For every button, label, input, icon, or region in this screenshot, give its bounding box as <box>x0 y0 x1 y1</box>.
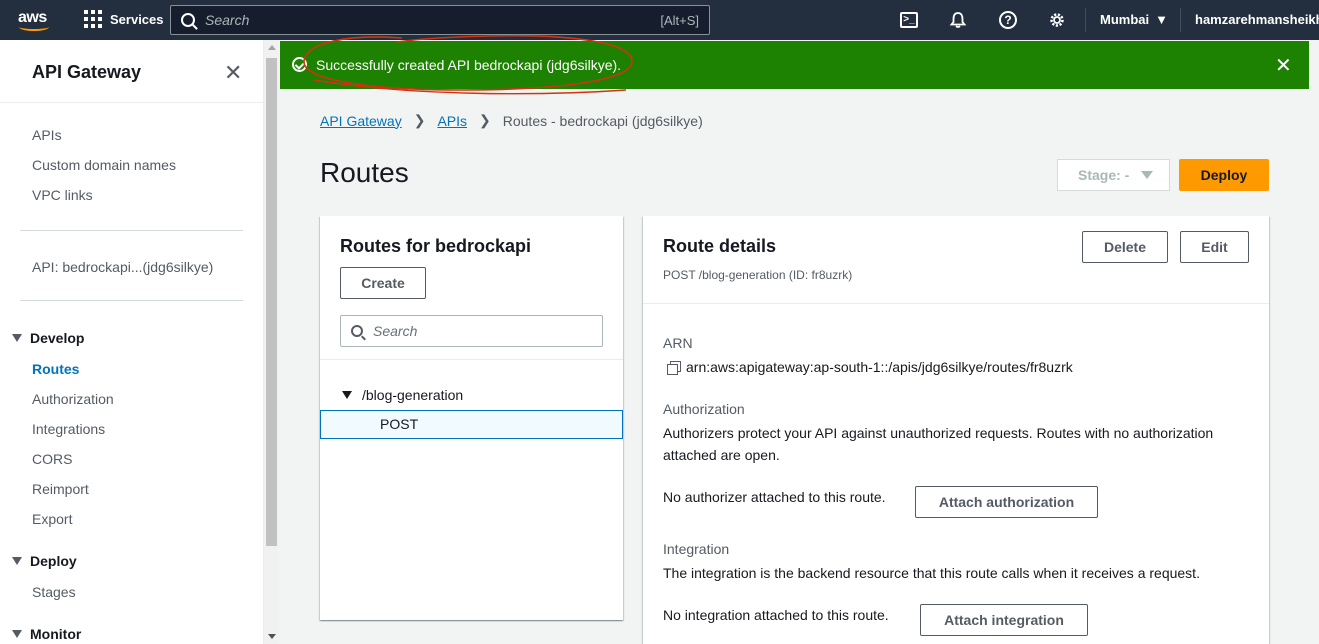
caret-down-icon <box>12 557 22 565</box>
search-shortcut-hint: [Alt+S] <box>660 12 699 28</box>
sidebar-scrollbar[interactable] <box>264 40 279 644</box>
route-details-subtitle: POST /blog-generation (ID: fr8uzrk) <box>663 268 853 282</box>
route-details-panel: Route details POST /blog-generation (ID:… <box>643 216 1269 644</box>
sidebar: API Gateway ✕ APIs Custom domain names V… <box>0 40 264 644</box>
route-details-title: Route details <box>663 236 777 256</box>
caret-down-icon <box>342 391 352 399</box>
section-label: Monitor <box>30 626 82 642</box>
authorization-status: No authorizer attached to this route. <box>663 489 886 505</box>
breadcrumb-apis[interactable]: APIs <box>437 113 467 129</box>
route-tree-item-post[interactable]: POST <box>320 410 623 439</box>
route-path-label: /blog-generation <box>362 387 464 403</box>
sidebar-section-deploy[interactable]: Deploy <box>12 553 77 569</box>
services-label: Services <box>110 11 164 27</box>
routes-search-input[interactable]: Search <box>340 315 603 347</box>
divider <box>20 300 243 301</box>
aws-logo[interactable]: aws <box>16 7 52 33</box>
section-label: Develop <box>30 330 85 346</box>
chevron-right-icon: ❯ <box>413 112 426 128</box>
routes-panel-title: Routes for bedrockapi <box>340 236 532 256</box>
region-selector[interactable]: Mumbai ▼ <box>1100 12 1168 27</box>
caret-down-icon <box>12 630 22 638</box>
global-search-input[interactable]: Search [Alt+S] <box>170 5 710 35</box>
nav-divider <box>1085 8 1086 32</box>
authorization-label: Authorization <box>663 401 745 417</box>
scroll-up-arrow-icon[interactable] <box>268 45 276 50</box>
close-icon[interactable]: ✕ <box>224 60 242 86</box>
close-icon[interactable]: ✕ <box>1275 53 1292 78</box>
scrollbar-thumb[interactable] <box>266 58 277 546</box>
sidebar-item-routes[interactable]: Routes <box>32 361 79 377</box>
attach-authorization-button[interactable]: Attach authorization <box>915 486 1098 518</box>
sidebar-item-apis[interactable]: APIs <box>32 127 62 143</box>
breadcrumb-api-gateway[interactable]: API Gateway <box>320 113 402 129</box>
nav-divider <box>1180 8 1181 32</box>
sidebar-item-authorization[interactable]: Authorization <box>32 391 114 407</box>
search-icon <box>181 13 195 27</box>
cloudshell-icon[interactable]: >_ <box>898 9 920 31</box>
services-menu-button[interactable]: Services <box>84 10 164 28</box>
sidebar-title: API Gateway <box>32 62 142 82</box>
integration-description: The integration is the backend resource … <box>663 565 1200 581</box>
divider <box>643 303 1269 304</box>
breadcrumb-current: Routes - bedrockapi (jdg6silkye) <box>502 112 703 129</box>
stage-select[interactable]: Stage: - <box>1057 159 1170 191</box>
deploy-button[interactable]: Deploy <box>1179 159 1269 191</box>
help-icon[interactable]: ? <box>997 9 1019 31</box>
check-circle-icon <box>292 57 307 72</box>
account-menu[interactable]: hamzarehmansheikh4 <box>1195 12 1319 27</box>
arn-row: arn:aws:apigateway:ap-south-1::/apis/jdg… <box>667 359 1073 375</box>
search-icon <box>351 325 363 337</box>
stage-select-label: Stage: - <box>1078 167 1130 183</box>
sidebar-item-current-api[interactable]: API: bedrockapi...(jdg6silkye) <box>32 259 213 275</box>
caret-down-icon: ▼ <box>1155 12 1168 27</box>
integration-label: Integration <box>663 541 730 557</box>
routes-search-placeholder: Search <box>373 323 418 339</box>
sidebar-item-custom-domain-names[interactable]: Custom domain names <box>32 157 176 173</box>
sidebar-item-vpc-links[interactable]: VPC links <box>32 187 93 203</box>
sidebar-item-export[interactable]: Export <box>32 511 72 527</box>
gear-icon[interactable] <box>1046 9 1068 31</box>
region-label: Mumbai <box>1100 12 1150 27</box>
create-route-button[interactable]: Create <box>340 267 426 299</box>
scroll-down-arrow-icon[interactable] <box>268 634 276 639</box>
delete-button[interactable]: Delete <box>1082 231 1168 263</box>
attach-integration-button[interactable]: Attach integration <box>920 604 1088 636</box>
routes-panel: Routes for bedrockapi Create Search /blo… <box>320 216 623 620</box>
sidebar-item-stages[interactable]: Stages <box>32 584 76 600</box>
aws-smile-icon <box>19 23 49 31</box>
page-title: Routes <box>320 157 409 188</box>
top-navigation-bar: aws Services Search [Alt+S] >_ ? Mumbai … <box>0 0 1319 40</box>
global-search-placeholder: Search <box>205 12 250 28</box>
section-label: Deploy <box>30 553 77 569</box>
chevron-right-icon: ❯ <box>479 112 491 128</box>
success-flash-banner: Successfully created API bedrockapi (jdg… <box>280 41 1309 89</box>
arn-label: ARN <box>663 335 693 351</box>
divider <box>0 102 263 103</box>
arn-value: arn:aws:apigateway:ap-south-1::/apis/jdg… <box>686 359 1073 375</box>
divider <box>320 359 623 360</box>
divider <box>20 230 243 231</box>
integration-status: No integration attached to this route. <box>663 607 889 623</box>
caret-down-icon <box>1141 171 1154 179</box>
sidebar-section-develop[interactable]: Develop <box>12 330 84 346</box>
sidebar-item-cors[interactable]: CORS <box>32 451 72 467</box>
caret-down-icon <box>12 334 22 342</box>
sidebar-item-integrations[interactable]: Integrations <box>32 421 105 437</box>
authorization-description: Authorizers protect your API against una… <box>663 425 1214 463</box>
copy-icon[interactable] <box>667 360 681 375</box>
route-tree-item-path[interactable]: /blog-generation <box>342 387 463 403</box>
sidebar-item-reimport[interactable]: Reimport <box>32 481 89 497</box>
flash-message: Successfully created API bedrockapi (jdg… <box>316 57 622 73</box>
edit-button[interactable]: Edit <box>1180 231 1249 263</box>
bell-icon[interactable] <box>947 9 969 31</box>
breadcrumb: API Gateway ❯ APIs ❯ Routes - bedrockapi… <box>320 112 703 129</box>
sidebar-section-monitor[interactable]: Monitor <box>12 626 81 642</box>
grid-icon <box>84 10 102 28</box>
